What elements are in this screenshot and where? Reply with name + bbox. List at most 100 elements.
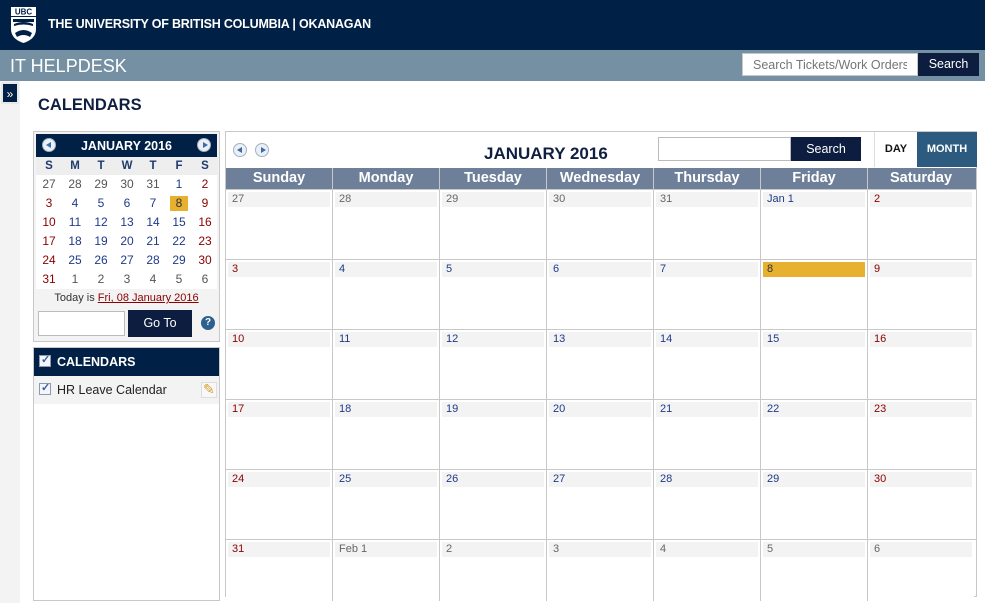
day-cell[interactable]: 12 <box>440 330 547 399</box>
day-number[interactable]: 6 <box>870 542 972 557</box>
day-number[interactable]: 22 <box>763 402 865 417</box>
day-number[interactable]: 28 <box>656 472 758 487</box>
mini-day-today[interactable]: 8 <box>166 194 192 213</box>
edit-pencil-icon[interactable] <box>201 381 217 398</box>
day-number[interactable]: 3 <box>549 542 651 557</box>
day-cell[interactable]: 2 <box>868 190 974 259</box>
day-cell[interactable]: 31 <box>654 190 761 259</box>
mini-day[interactable]: 31 <box>140 175 166 194</box>
mini-day[interactable]: 28 <box>140 251 166 270</box>
day-cell[interactable]: 24 <box>226 470 333 539</box>
calendar-list-item[interactable]: HR Leave Calendar <box>34 376 219 404</box>
day-cell[interactable]: 20 <box>547 400 654 469</box>
day-cell[interactable]: 19 <box>440 400 547 469</box>
day-number[interactable]: 8 <box>763 262 865 277</box>
day-number[interactable]: 26 <box>442 472 544 487</box>
mini-day[interactable]: 4 <box>62 194 88 213</box>
mini-day[interactable]: 26 <box>88 251 114 270</box>
day-number[interactable]: 30 <box>870 472 972 487</box>
day-number[interactable]: 15 <box>763 332 865 347</box>
mini-day[interactable]: 3 <box>114 270 140 289</box>
day-number[interactable]: Jan 1 <box>763 192 865 207</box>
day-cell-today[interactable]: 8 <box>761 260 868 329</box>
day-cell[interactable]: Jan 1 <box>761 190 868 259</box>
day-number[interactable]: 7 <box>656 262 758 277</box>
goto-button[interactable]: Go To <box>128 310 192 337</box>
day-cell[interactable]: 21 <box>654 400 761 469</box>
day-cell[interactable]: 28 <box>654 470 761 539</box>
mini-day[interactable]: 5 <box>166 270 192 289</box>
mini-day[interactable]: 7 <box>140 194 166 213</box>
day-cell[interactable]: 4 <box>654 540 761 601</box>
day-number[interactable]: 4 <box>335 262 437 277</box>
day-number[interactable]: 11 <box>335 332 437 347</box>
ubc-logo-icon[interactable]: UBC <box>10 7 37 43</box>
mini-day[interactable]: 17 <box>36 232 62 251</box>
app-title[interactable]: IT HELPDESK <box>10 56 127 77</box>
day-cell[interactable]: 27 <box>226 190 333 259</box>
day-number[interactable]: 30 <box>549 192 651 207</box>
day-number[interactable]: 25 <box>335 472 437 487</box>
mini-day[interactable]: 25 <box>62 251 88 270</box>
day-cell[interactable]: 5 <box>440 260 547 329</box>
day-cell[interactable]: 26 <box>440 470 547 539</box>
day-number[interactable]: 14 <box>656 332 758 347</box>
day-number[interactable]: 12 <box>442 332 544 347</box>
ticket-search-input[interactable] <box>742 53 918 76</box>
mini-day[interactable]: 29 <box>88 175 114 194</box>
day-number[interactable]: 28 <box>335 192 437 207</box>
mini-day[interactable]: 15 <box>166 213 192 232</box>
day-number[interactable]: 13 <box>549 332 651 347</box>
day-number[interactable]: 3 <box>228 262 330 277</box>
day-cell[interactable]: 10 <box>226 330 333 399</box>
day-cell[interactable]: 22 <box>761 400 868 469</box>
mini-day[interactable]: 18 <box>62 232 88 251</box>
mini-day[interactable]: 24 <box>36 251 62 270</box>
day-cell[interactable]: 14 <box>654 330 761 399</box>
day-cell[interactable]: 11 <box>333 330 440 399</box>
day-number[interactable]: 27 <box>549 472 651 487</box>
help-icon[interactable]: ? <box>201 316 215 330</box>
day-number[interactable]: 31 <box>656 192 758 207</box>
mini-day[interactable]: 4 <box>140 270 166 289</box>
day-cell[interactable]: 6 <box>868 540 974 601</box>
day-cell[interactable]: 16 <box>868 330 974 399</box>
day-cell[interactable]: 15 <box>761 330 868 399</box>
day-number[interactable]: 24 <box>228 472 330 487</box>
mini-day[interactable]: 19 <box>88 232 114 251</box>
day-cell[interactable]: 29 <box>440 190 547 259</box>
mini-day[interactable]: 14 <box>140 213 166 232</box>
today-link[interactable]: Fri, 08 January 2016 <box>98 292 199 304</box>
day-cell[interactable]: 5 <box>761 540 868 601</box>
next-month-icon[interactable] <box>255 143 269 157</box>
day-number[interactable]: 21 <box>656 402 758 417</box>
mini-day[interactable]: 10 <box>36 213 62 232</box>
mini-day[interactable]: 27 <box>114 251 140 270</box>
mini-day[interactable]: 16 <box>192 213 218 232</box>
mini-day[interactable]: 30 <box>192 251 218 270</box>
mini-day[interactable]: 29 <box>166 251 192 270</box>
day-number[interactable]: 5 <box>763 542 865 557</box>
day-number[interactable]: 9 <box>870 262 972 277</box>
day-cell[interactable]: 28 <box>333 190 440 259</box>
day-cell[interactable]: 23 <box>868 400 974 469</box>
day-number[interactable]: 2 <box>442 542 544 557</box>
day-cell[interactable]: 3 <box>226 260 333 329</box>
sidebar-expand-button[interactable]: » <box>1 82 19 104</box>
day-number[interactable]: 17 <box>228 402 330 417</box>
day-number[interactable]: 20 <box>549 402 651 417</box>
day-cell[interactable]: 7 <box>654 260 761 329</box>
prev-month-icon[interactable] <box>233 143 247 157</box>
day-cell[interactable]: 2 <box>440 540 547 601</box>
day-cell[interactable]: 9 <box>868 260 974 329</box>
day-cell[interactable]: 4 <box>333 260 440 329</box>
mini-day[interactable]: 1 <box>62 270 88 289</box>
day-number[interactable]: 29 <box>763 472 865 487</box>
day-number[interactable]: 27 <box>228 192 330 207</box>
mini-day[interactable]: 22 <box>166 232 192 251</box>
mini-day[interactable]: 21 <box>140 232 166 251</box>
mini-day[interactable]: 6 <box>192 270 218 289</box>
day-cell[interactable]: Feb 1 <box>333 540 440 601</box>
day-number[interactable]: 4 <box>656 542 758 557</box>
day-cell[interactable]: 29 <box>761 470 868 539</box>
